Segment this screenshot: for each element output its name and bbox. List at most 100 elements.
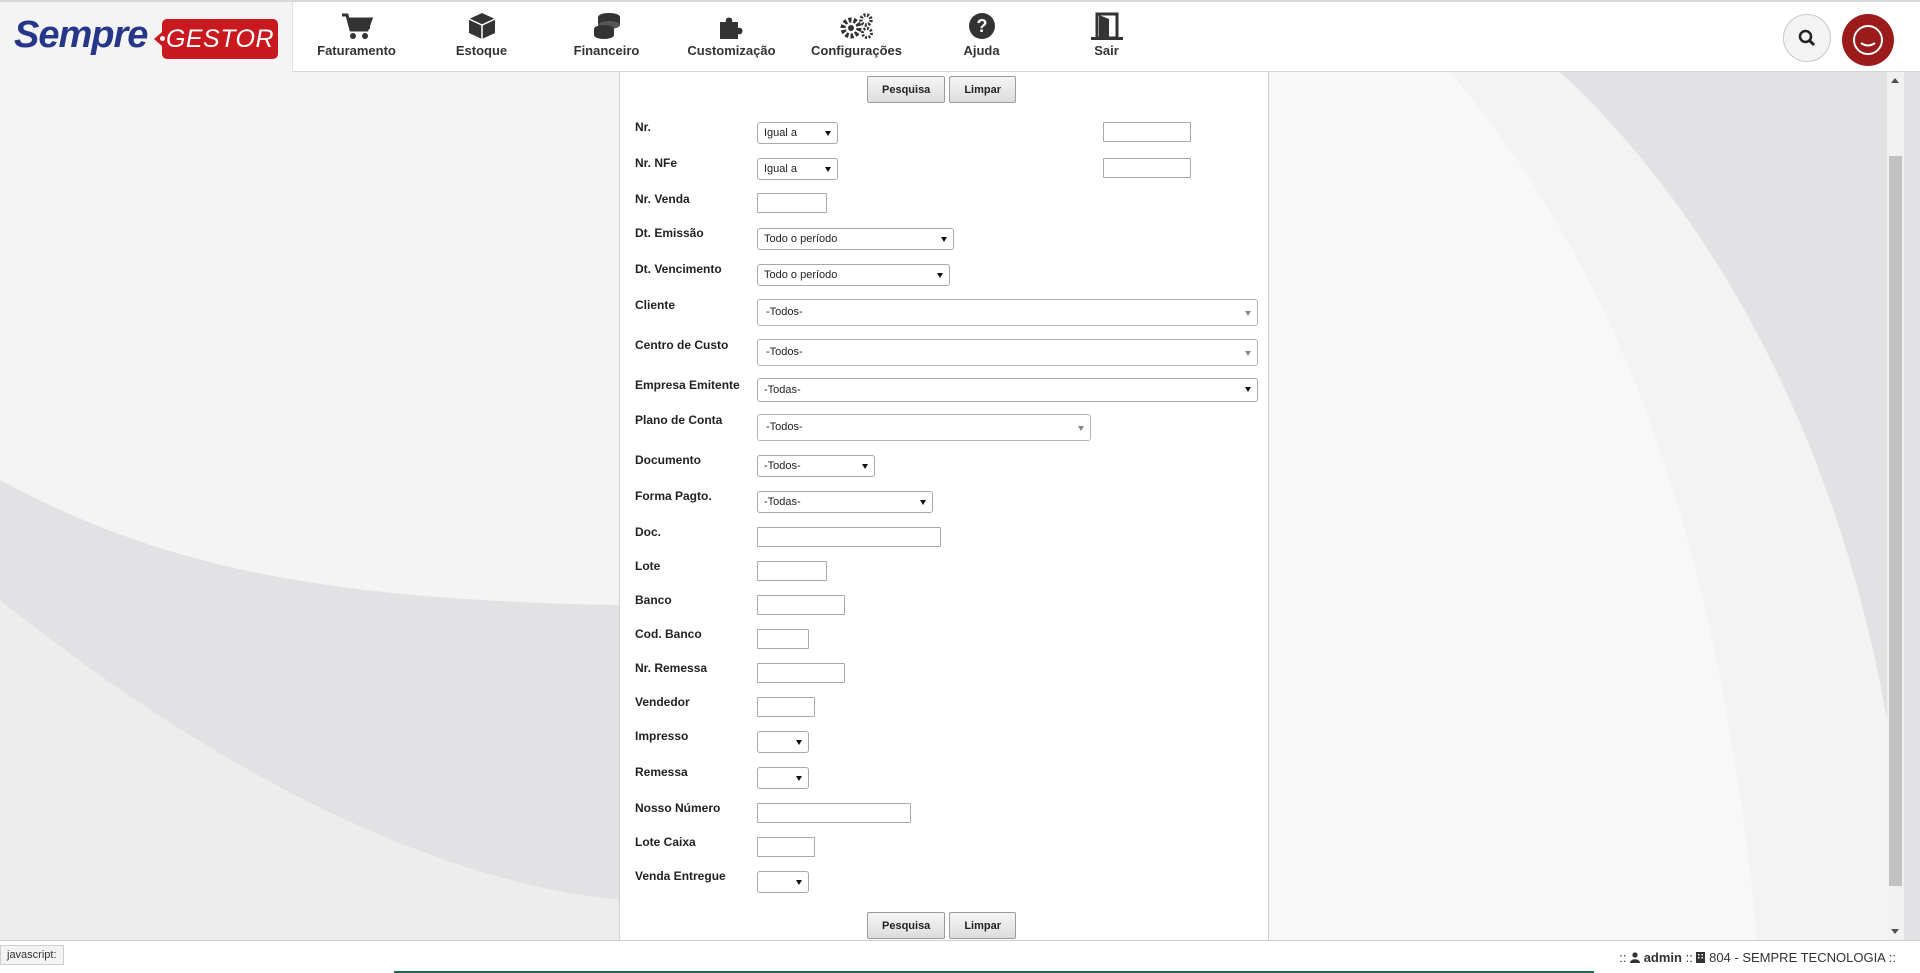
scrollbar-thumb[interactable]: [1889, 156, 1902, 886]
search-icon: [1798, 29, 1816, 47]
user-menu-button[interactable]: [1842, 14, 1894, 66]
nav-label: Financeiro: [573, 43, 640, 58]
select-documento[interactable]: -Todos-: [757, 455, 875, 477]
label-nr-nfe: Nr. NFe: [635, 156, 678, 170]
dropdown-arrow-icon: [796, 740, 802, 745]
select-plano-de-conta[interactable]: -Todos-: [757, 414, 1091, 441]
nav-ajuda[interactable]: ? Ajuda: [919, 12, 1044, 68]
select-venda-entregue[interactable]: [757, 871, 809, 893]
nav-faturamento[interactable]: Faturamento: [294, 12, 419, 68]
label-forma-pagto: Forma Pagto.: [635, 489, 712, 503]
nav-financeiro[interactable]: Financeiro: [544, 12, 669, 68]
help-icon: ?: [968, 13, 995, 39]
filter-form-panel: Pesquisa Limpar Nr. Igual a Nr. NFe Igua…: [619, 72, 1269, 940]
search-button[interactable]: [1783, 14, 1831, 62]
puzzle-icon: [719, 17, 742, 39]
search-submit-button-bottom[interactable]: Pesquisa: [867, 912, 946, 939]
label-lote: Lote: [635, 559, 661, 573]
nav-label: Estoque: [455, 43, 508, 58]
label-lote-caixa: Lote Caixa: [635, 835, 696, 849]
exit-door-icon: [1090, 12, 1123, 40]
dropdown-arrow-icon: [941, 237, 947, 242]
select-nr-operator[interactable]: Igual a: [757, 122, 838, 144]
input-lote[interactable]: [757, 561, 827, 581]
brand-logo[interactable]: Sempre GESTOR: [0, 2, 293, 72]
select-impresso[interactable]: [757, 731, 809, 753]
nav-configuracoes[interactable]: Configurações: [794, 12, 919, 68]
dropdown-arrow-icon: [825, 167, 831, 172]
label-cod-banco: Cod. Banco: [635, 627, 702, 641]
top-navigation-bar: Sempre GESTOR Faturamento Estoque Financ…: [0, 0, 1920, 72]
label-plano-de-conta: Plano de Conta: [635, 413, 723, 427]
input-lote-caixa[interactable]: [757, 837, 815, 857]
select-dt-emissao[interactable]: Todo o período: [757, 228, 954, 250]
input-nosso-numero[interactable]: [757, 803, 911, 823]
dropdown-arrow-icon: [1245, 387, 1251, 392]
label-nosso-numero: Nosso Número: [635, 801, 721, 815]
dropdown-arrow-icon: [920, 500, 926, 505]
input-doc[interactable]: [757, 527, 941, 547]
input-nr[interactable]: [1103, 122, 1191, 142]
input-nr-venda[interactable]: [757, 193, 827, 213]
select-remessa[interactable]: [757, 767, 809, 789]
nav-label: Faturamento: [317, 43, 396, 58]
input-vendedor[interactable]: [757, 697, 815, 717]
input-banco[interactable]: [757, 595, 845, 615]
status-bar: javascript: :: admin :: 804 - SEMPRE TEC…: [0, 940, 1920, 973]
nav-customizacao[interactable]: Customização: [669, 12, 794, 68]
select-empresa-emitente[interactable]: -Todas-: [757, 378, 1258, 402]
select-centro-de-custo[interactable]: -Todos-: [757, 339, 1258, 366]
dropdown-arrow-icon: [825, 131, 831, 136]
user-icon: [1630, 952, 1641, 963]
browser-status-url: javascript:: [0, 945, 64, 965]
input-nr-remessa[interactable]: [757, 663, 845, 683]
scroll-down-arrow-icon[interactable]: [1891, 929, 1899, 934]
nav-estoque[interactable]: Estoque: [419, 12, 544, 68]
dropdown-arrow-icon: [1078, 426, 1084, 431]
label-centro-de-custo: Centro de Custo: [635, 338, 729, 352]
nav-label: Sair: [1094, 43, 1119, 58]
vertical-scrollbar[interactable]: [1887, 72, 1904, 940]
label-banco: Banco: [635, 593, 672, 607]
nav-label: Configurações: [810, 43, 902, 58]
search-submit-button[interactable]: Pesquisa: [867, 76, 946, 103]
chat-bubble-icon: [1853, 25, 1883, 55]
dropdown-arrow-icon: [937, 273, 943, 278]
label-cliente: Cliente: [635, 298, 676, 312]
label-doc: Doc.: [635, 525, 662, 539]
input-nr-nfe[interactable]: [1103, 158, 1191, 178]
select-cliente[interactable]: -Todos-: [757, 299, 1258, 326]
dropdown-arrow-icon: [796, 776, 802, 781]
label-dt-emissao: Dt. Emissão: [635, 226, 704, 240]
svg-text:?: ?: [976, 16, 987, 36]
scroll-up-arrow-icon[interactable]: [1891, 78, 1899, 83]
label-nr-remessa: Nr. Remessa: [635, 661, 708, 675]
label-vendedor: Vendedor: [635, 695, 690, 709]
input-cod-banco[interactable]: [757, 629, 809, 649]
nav-sair[interactable]: Sair: [1044, 12, 1169, 68]
bottom-action-buttons: Pesquisa Limpar: [867, 912, 1016, 939]
coins-icon: [593, 13, 620, 39]
gears-icon: [840, 13, 873, 39]
nav-label: Ajuda: [963, 43, 1000, 58]
clear-button[interactable]: Limpar: [949, 76, 1016, 103]
label-venda-entregue: Venda Entregue: [635, 869, 726, 883]
nav-label: Customização: [687, 43, 776, 58]
label-remessa: Remessa: [635, 765, 688, 779]
select-dt-vencimento[interactable]: Todo o período: [757, 264, 950, 286]
session-info: :: admin :: 804 - SEMPRE TECNOLOGIA ::: [1619, 950, 1896, 965]
label-impresso: Impresso: [635, 729, 689, 743]
building-icon: [1696, 952, 1706, 963]
select-forma-pagto[interactable]: -Todas-: [757, 491, 933, 513]
label-empresa-emitente: Empresa Emitente: [635, 378, 740, 392]
clear-button-bottom[interactable]: Limpar: [949, 912, 1016, 939]
label-dt-vencimento: Dt. Vencimento: [635, 262, 722, 276]
label-nr: Nr.: [635, 120, 652, 134]
label-documento: Documento: [635, 453, 701, 467]
logo-text-sempre: Sempre: [14, 14, 148, 56]
select-nr-nfe-operator[interactable]: Igual a: [757, 158, 838, 180]
dropdown-arrow-icon: [1245, 351, 1251, 356]
label-nr-venda: Nr. Venda: [635, 192, 690, 206]
session-company: 804 - SEMPRE TECNOLOGIA: [1709, 950, 1886, 965]
session-user: admin: [1643, 950, 1682, 965]
